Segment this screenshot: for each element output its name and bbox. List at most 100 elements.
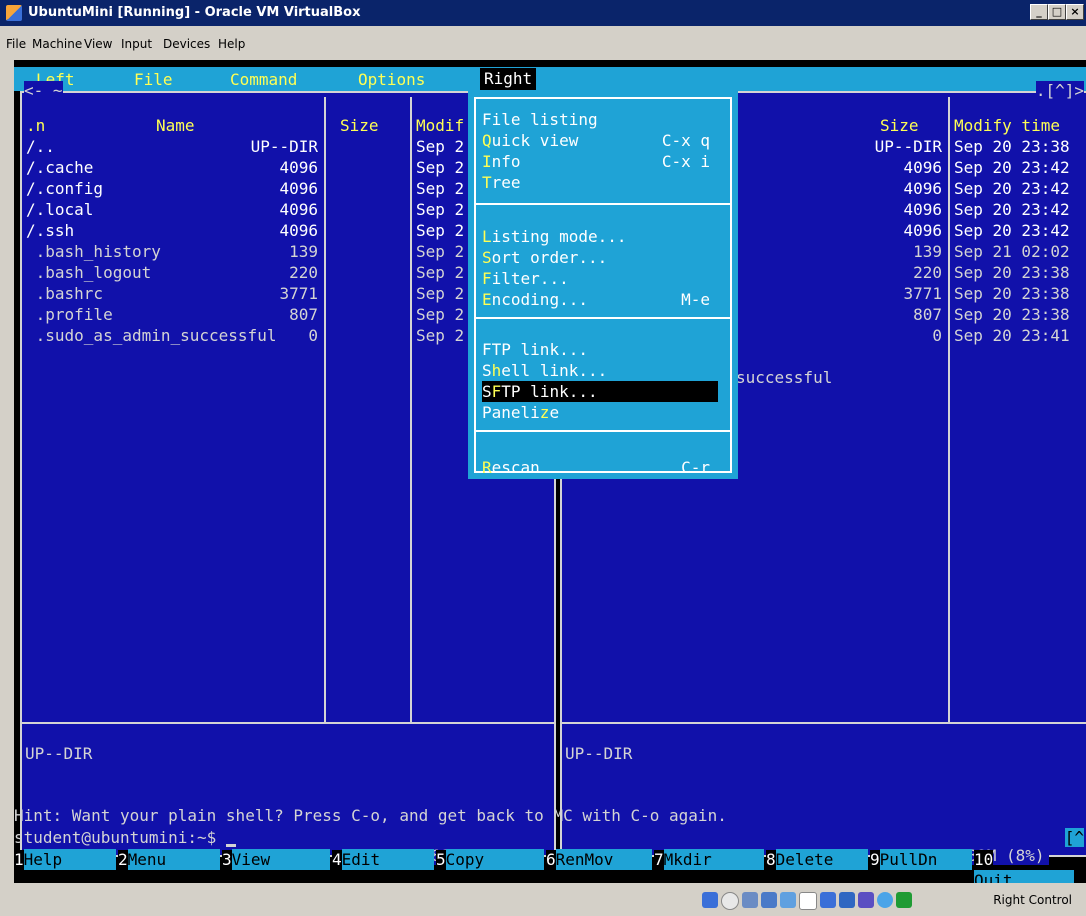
keyboard-capture-icon[interactable] xyxy=(896,892,912,908)
minimize-button[interactable]: _ xyxy=(1030,4,1048,20)
dropdown-item[interactable]: Encoding... M-e xyxy=(482,289,718,310)
dropdown-item[interactable]: Listing mode... xyxy=(482,226,718,247)
fkey-number: 10 xyxy=(974,850,994,869)
file-name[interactable]: /.cache xyxy=(26,157,93,178)
file-size: UP--DIR xyxy=(250,137,318,156)
fkey-number: 4 xyxy=(332,850,342,869)
item-hotkey: h xyxy=(491,361,502,380)
partial-filename[interactable]: successful xyxy=(736,367,832,388)
fkey-delete[interactable]: 8Delete xyxy=(766,849,868,870)
mc-menu-options[interactable]: Options xyxy=(358,70,425,89)
fkey-mkdir[interactable]: 7Mkdir xyxy=(654,849,764,870)
shell-prompt[interactable]: student@ubuntumini:~$ xyxy=(14,828,236,847)
fkey-quit[interactable]: 10Quit xyxy=(974,849,1086,883)
file-name[interactable]: .bash_history xyxy=(26,241,161,262)
fkey-label: Quit xyxy=(974,870,1074,883)
menu-input[interactable]: Input xyxy=(121,37,152,51)
file-mtime: Sep 2 xyxy=(416,158,465,177)
file-mtime: Sep 20 23:38 xyxy=(954,137,1070,156)
item-hotkey: T xyxy=(482,173,492,192)
file-name[interactable]: /.ssh xyxy=(26,220,74,241)
vm-screen[interactable]: Left File Command Options Right <- ~ .n … xyxy=(14,60,1086,883)
col-name[interactable]: Name xyxy=(156,115,195,136)
mc-menu-right[interactable]: Right xyxy=(480,68,537,90)
usb-icon[interactable] xyxy=(780,892,796,908)
file-size: 4096 xyxy=(279,221,318,240)
mc-menu-file[interactable]: File xyxy=(134,70,173,89)
dropdown-item[interactable]: File listing xyxy=(482,109,718,130)
col-modify[interactable]: Modify time xyxy=(954,115,1060,136)
fkey-pulldn[interactable]: 9PullDn xyxy=(870,849,972,870)
item-label: ree xyxy=(491,173,521,192)
file-mtime: Sep 21 02:02 xyxy=(954,242,1070,261)
file-name[interactable]: .profile xyxy=(26,304,113,325)
menu-devices[interactable]: Devices xyxy=(163,37,210,51)
item-hotkey: F xyxy=(491,382,502,401)
fkey-edit[interactable]: 4Edit xyxy=(332,849,434,870)
item-label: File listing xyxy=(482,110,598,129)
panel-path[interactable]: <- ~ xyxy=(24,81,63,100)
item-label: ncoding... xyxy=(491,290,588,309)
mouse-integration-icon[interactable] xyxy=(877,892,893,908)
item-label: ell link... xyxy=(501,361,608,380)
menu-machine[interactable]: Machine xyxy=(32,37,82,51)
hard-disk-icon[interactable] xyxy=(702,892,718,908)
file-mtime: Sep 20 23:42 xyxy=(954,200,1070,219)
dropdown-item[interactable]: Filter... xyxy=(482,268,718,289)
col-size[interactable]: Size xyxy=(340,115,379,136)
file-name[interactable]: /.. xyxy=(26,136,55,157)
file-mtime: Sep 2 xyxy=(416,179,465,198)
file-size: 4096 xyxy=(279,179,318,198)
dropdown-item[interactable]: Quick view C-x q xyxy=(482,130,718,151)
item-label: link... xyxy=(510,340,588,359)
fkey-renmov[interactable]: 6RenMov xyxy=(546,849,652,870)
col-size[interactable]: Size xyxy=(880,115,919,136)
display-icon[interactable] xyxy=(820,892,836,908)
optical-drive-icon[interactable] xyxy=(721,892,739,910)
dropdown-item[interactable]: SFTP link... xyxy=(482,381,718,402)
dropdown-item[interactable]: Rescan C-r xyxy=(482,457,718,478)
fkey-copy[interactable]: 5Copy xyxy=(436,849,544,870)
maximize-button[interactable]: □ xyxy=(1048,4,1066,20)
col-modify[interactable]: Modif xyxy=(416,115,464,136)
item-label-pre: S xyxy=(482,382,492,401)
fkey-menu[interactable]: 2Menu xyxy=(118,849,220,870)
fkey-label: RenMov xyxy=(555,849,652,870)
video-capture-icon[interactable] xyxy=(839,892,855,908)
prompt-indicator: [^ xyxy=(1064,828,1084,847)
fkey-label: Copy xyxy=(445,849,544,870)
menu-help[interactable]: Help xyxy=(218,37,245,51)
file-name[interactable]: /.local xyxy=(26,199,93,220)
file-name[interactable]: /.config xyxy=(26,178,103,199)
file-name[interactable]: .bash_logout xyxy=(26,262,152,283)
dropdown-item[interactable]: Panelize xyxy=(482,402,718,423)
item-shortcut: C-x i xyxy=(661,152,710,171)
dropdown-item[interactable]: Info C-x i xyxy=(482,151,718,172)
file-size: 807 xyxy=(289,305,318,324)
function-key-bar: 1Help 2Menu 3View 4Edit 5Copy 6RenMov 7Mkdir 8D… xyxy=(14,849,1086,883)
file-name[interactable]: .sudo_as_admin_successful xyxy=(26,325,277,346)
dropdown-item[interactable]: Tree xyxy=(482,172,718,193)
title-bar: UbuntuMini [Running] - Oracle VM Virtual… xyxy=(0,0,1086,26)
item-label: ilter... xyxy=(491,269,569,288)
menu-file[interactable]: File xyxy=(6,37,26,51)
item-label: uick view xyxy=(491,131,579,150)
dropdown-item[interactable]: FTP link... xyxy=(482,339,718,360)
network-icon[interactable] xyxy=(761,892,777,908)
shared-folders-icon[interactable] xyxy=(799,892,817,910)
fkey-number: 3 xyxy=(222,850,232,869)
col-n[interactable]: .n xyxy=(26,115,45,136)
dropdown-item[interactable]: Sort order... xyxy=(482,247,718,268)
menu-view[interactable]: View xyxy=(84,37,112,51)
file-name[interactable]: .bashrc xyxy=(26,283,103,304)
file-mtime: Sep 2 xyxy=(416,242,465,261)
vm-icon[interactable] xyxy=(858,892,874,908)
mc-menu-command[interactable]: Command xyxy=(230,70,297,89)
fkey-help[interactable]: 1Help xyxy=(14,849,116,870)
audio-icon[interactable] xyxy=(742,892,758,908)
panel-corner[interactable]: .[^]> xyxy=(1035,81,1084,100)
fkey-view[interactable]: 3View xyxy=(222,849,330,870)
prompt-text: student@ubuntumini:~$ xyxy=(14,828,226,847)
close-button[interactable]: × xyxy=(1066,4,1084,20)
dropdown-item[interactable]: Shell link... xyxy=(482,360,718,381)
